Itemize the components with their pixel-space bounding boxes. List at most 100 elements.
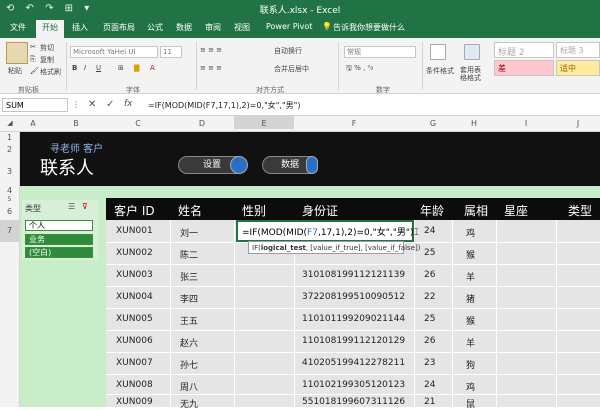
cell-zodiac[interactable]: 猴 [466,248,475,261]
borders-icon[interactable]: ⊞ [118,64,124,72]
cell-name[interactable]: 李四 [180,292,198,305]
clear-filter-icon[interactable]: ⊽ [82,202,88,211]
row-header[interactable]: 2 [0,143,20,157]
slicer-item[interactable]: (空白) [25,247,93,258]
cell-id-card[interactable]: 110108199112120129 [302,336,405,346]
tab-file[interactable]: 文件 [10,22,26,33]
cell-age[interactable]: 22 [424,292,435,302]
column-header[interactable]: A [20,119,46,128]
row-header[interactable]: 4 [0,186,20,196]
column-header[interactable]: H [452,119,496,128]
cut-button[interactable]: 剪切 [40,43,54,53]
cut-icon[interactable]: ✂ [30,43,36,51]
tab-insert[interactable]: 插入 [72,22,88,33]
cell-zodiac[interactable]: 羊 [466,270,475,283]
cell-id-card[interactable]: 110102199305120123 [302,380,405,390]
tab-power-pivot[interactable]: Power Pivot [266,22,312,31]
active-cell-editor[interactable]: =IF(MOD(MID(F7,17,1),2)=0,"女","男")⌶ [236,220,419,242]
cell-zodiac[interactable]: 鸡 [466,380,475,393]
header-age[interactable]: 年龄 [420,202,444,219]
style-bad[interactable]: 差 [494,60,554,76]
cell-id-card[interactable]: 410205199412278211 [302,358,405,368]
cell-age[interactable]: 25 [424,248,435,258]
multi-select-icon[interactable]: ☰ [68,202,75,211]
number-format-select[interactable]: 常规 [344,46,416,58]
insert-function-icon[interactable]: fx [124,99,133,109]
tab-review[interactable]: 审阅 [205,22,221,33]
font-name-select[interactable]: Microsoft YaHei UI [70,46,158,58]
format-as-table-icon[interactable] [464,44,480,60]
cell-customer-id[interactable]: XUN007 [116,358,153,368]
style-heading-3[interactable]: 标题 3 [556,42,600,58]
merge-center-button[interactable]: 合并后居中 [274,64,309,74]
cell-zodiac[interactable]: 狗 [466,358,475,371]
italic-button[interactable]: I [84,64,86,72]
cell-name[interactable]: 周八 [180,380,198,393]
tab-formulas[interactable]: 公式 [147,22,163,33]
conditional-format-icon[interactable] [430,44,446,60]
cell-name[interactable]: 刘一 [180,226,198,239]
cell-age[interactable]: 25 [424,314,435,324]
cell-zodiac[interactable]: 羊 [466,336,475,349]
tab-page-layout[interactable]: 页面布局 [103,22,135,33]
wrap-text-button[interactable]: 自动换行 [274,46,302,56]
font-color-icon[interactable]: A [150,64,155,72]
header-gender[interactable]: 性别 [242,202,266,219]
column-header[interactable]: C [106,119,170,128]
cell-zodiac[interactable]: 猪 [466,292,475,305]
header-constellation[interactable]: 星座 [504,202,528,219]
header-zodiac[interactable]: 属相 [464,202,488,219]
cell-age[interactable]: 21 [424,397,435,407]
cell-name[interactable]: 孙七 [180,358,198,371]
cell-id-card[interactable]: 110101199209021144 [302,314,405,324]
tooltip-function[interactable]: IF( [252,244,261,252]
column-header[interactable]: B [46,119,106,128]
copy-button[interactable]: 复制 [40,55,54,65]
tooltip-current-arg[interactable]: logical_test [261,244,306,252]
row-header[interactable]: 1 [0,132,20,143]
row-header[interactable]: 5 [0,196,20,204]
copy-icon[interactable]: ⎘ [30,55,36,64]
cell-age[interactable]: 26 [424,270,435,280]
cell-name[interactable]: 无九 [180,397,198,410]
cell-name[interactable]: 赵六 [180,336,198,349]
style-neutral[interactable]: 适中 [556,60,600,76]
cell-zodiac[interactable]: 鼠 [466,397,475,410]
formula-input[interactable]: =IF(MOD(MID(F7,17,1),2)=0,"女","男") [148,100,300,111]
cell-id-card[interactable]: 310108199112121139 [302,270,405,280]
underline-button[interactable]: U [96,64,101,72]
slicer-item[interactable]: 业务 [25,234,93,245]
select-all-corner[interactable]: ◢ [2,119,18,127]
column-header[interactable]: I [496,119,556,128]
header-name[interactable]: 姓名 [178,202,202,219]
format-as-table-button[interactable]: 套用表格格式 [460,66,486,82]
header-id-card[interactable]: 身份证 [302,202,338,219]
cell-age[interactable]: 23 [424,358,435,368]
currency-icon[interactable]: 🖫 % , ⁰₀ [346,64,373,75]
font-size-select[interactable]: 11 [160,46,182,58]
row-header[interactable]: 6 [0,204,20,220]
name-box[interactable]: SUM [2,98,68,112]
cell-zodiac[interactable]: 猴 [466,314,475,327]
column-header[interactable]: J [556,119,600,128]
column-header[interactable]: F [294,119,414,128]
cell-id-card[interactable]: 372208199510090512 [302,292,405,302]
header-type[interactable]: 类型 [568,202,592,219]
format-painter-button[interactable]: 格式刷 [40,67,61,77]
arrow-right-icon[interactable] [306,156,318,174]
cell-name[interactable]: 王五 [180,314,198,327]
arrow-right-icon[interactable] [230,156,248,174]
row-header[interactable]: 7 [0,220,20,242]
column-header[interactable]: G [414,119,452,128]
tell-me-box[interactable]: 告诉我你想要做什么 [333,22,405,33]
cell-name[interactable]: 张三 [180,270,198,283]
cell-customer-id[interactable]: XUN001 [116,226,153,236]
slicer-item[interactable]: 个人 [25,220,93,231]
column-header[interactable]: D [170,119,234,128]
cell-customer-id[interactable]: XUN008 [116,380,153,390]
cell-zodiac[interactable]: 鸡 [466,226,475,239]
cell-id-card[interactable]: 551018199607311126 [302,397,405,407]
cell-customer-id[interactable]: XUN006 [116,336,153,346]
align-top-icon[interactable]: ≡ ≡ ≡ [200,46,222,54]
cell-age[interactable]: 26 [424,336,435,346]
